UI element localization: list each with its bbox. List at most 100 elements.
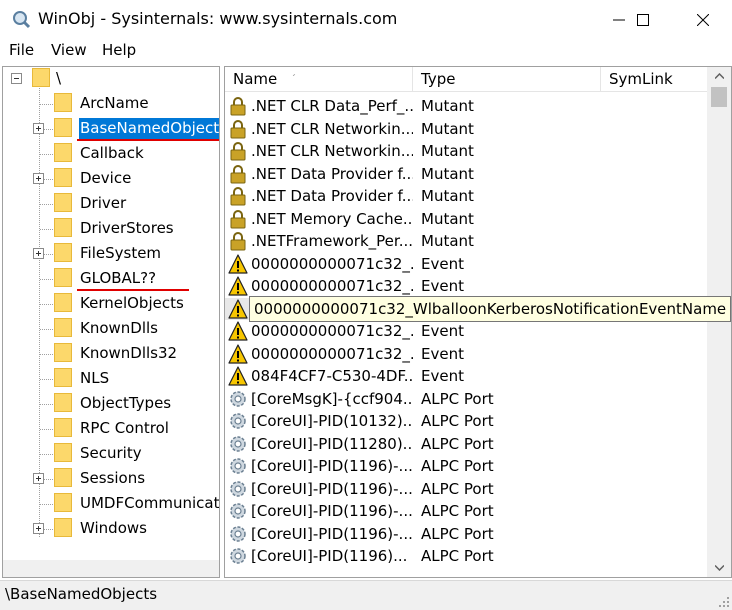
list-row[interactable]: .NET Data Provider f... Mutant [225, 185, 709, 207]
tree-item[interactable]: Driver [3, 192, 219, 217]
object-list[interactable]: Name ˊ Type SymLink .NET CLR Data_Perf_.… [224, 66, 732, 578]
tree-item[interactable]: Windows [3, 517, 219, 542]
list-row[interactable]: [CoreUI]-PID(1196)-... ALPC Port [225, 523, 709, 545]
tree-item[interactable]: Device [3, 167, 219, 192]
tree-item[interactable]: Callback [3, 142, 219, 167]
scroll-thumb[interactable] [711, 87, 727, 107]
list-row[interactable]: [CoreUI]-PID(1196)-... ALPC Port [225, 455, 709, 477]
menu-file[interactable]: File [9, 41, 34, 59]
object-type: ALPC Port [421, 502, 494, 520]
tree-root[interactable]: \ [3, 67, 219, 92]
tree-item[interactable]: DriverStores [3, 217, 219, 242]
list-row[interactable]: [CoreUI]-PID(11280)... ALPC Port [225, 433, 709, 455]
tree-item[interactable]: GLOBAL?? [3, 267, 219, 292]
list-header: Name ˊ Type SymLink [225, 67, 709, 92]
column-header-symlink[interactable]: SymLink [601, 67, 709, 92]
list-row[interactable]: 0000000000071c32_... Event [225, 320, 709, 342]
tree-item[interactable]: Sessions [3, 467, 219, 492]
maximize-icon [637, 14, 649, 26]
close-button[interactable] [680, 0, 726, 40]
column-type-label: Type [421, 70, 456, 88]
folder-icon [54, 193, 72, 212]
tree-item[interactable]: KnownDlls [3, 317, 219, 342]
object-type: ALPC Port [421, 524, 494, 543]
object-type: Event [421, 322, 464, 340]
tree-item[interactable]: NLS [3, 367, 219, 392]
warning-icon [228, 366, 248, 386]
tree-item[interactable]: ArcName [3, 92, 219, 117]
object-name: .NET Data Provider f... [251, 164, 413, 183]
scroll-up-button[interactable] [707, 67, 731, 85]
list-row[interactable]: .NETFramework_Per... Mutant [225, 230, 709, 252]
resize-grip-icon[interactable] [718, 596, 730, 608]
folder-icon [54, 418, 72, 437]
tree-root-label: \ [56, 69, 62, 87]
object-type: ALPC Port [421, 389, 494, 408]
object-name: [CoreUI]-PID(11280)... [251, 434, 413, 453]
folder-icon [32, 68, 50, 87]
object-tree[interactable]: \ ArcName BaseNamedObjects Callback Device D… [2, 66, 220, 578]
list-row[interactable]: 0000000000071c32_... Event [225, 253, 709, 275]
list-row[interactable]: [CoreMsgK]-{ccf904... ALPC Port [225, 388, 709, 410]
lock-icon [230, 142, 246, 161]
tree-item[interactable]: ObjectTypes [3, 392, 219, 417]
expand-icon[interactable] [33, 123, 44, 134]
tree-item[interactable]: Security [3, 442, 219, 467]
object-name: 0000000000071c32_... [251, 344, 413, 363]
maximize-button[interactable] [620, 0, 666, 40]
list-row[interactable]: 0000000000071c32_... Event [225, 275, 709, 297]
folder-icon [54, 518, 72, 537]
object-name: [CoreUI]-PID(1196)-... [251, 479, 413, 498]
tree-item[interactable]: BaseNamedObjects [3, 117, 219, 142]
expand-icon[interactable] [33, 248, 44, 259]
tree-item[interactable]: FileSystem [3, 242, 219, 267]
title-bar[interactable]: WinObj - Sysinternals: www.sysinternals.… [0, 0, 732, 40]
object-type: ALPC Port [421, 412, 494, 430]
menu-help[interactable]: Help [102, 41, 136, 59]
warning-icon [228, 276, 248, 296]
tree-item-label: KernelObjects [80, 294, 184, 312]
object-type: Mutant [421, 97, 474, 115]
tree-item[interactable]: KernelObjects [3, 292, 219, 317]
gear-icon [230, 413, 246, 429]
warning-icon [228, 343, 248, 364]
list-row[interactable]: 084F4CF7-C530-4DF... Event [225, 365, 709, 387]
list-row[interactable]: .NET CLR Data_Perf_... Mutant [225, 95, 709, 117]
object-type: Mutant [421, 232, 474, 250]
tree-item-label: NLS [80, 369, 110, 387]
list-row[interactable]: .NET CLR Networkin... Mutant [225, 118, 709, 140]
list-row[interactable]: .NET Data Provider f... Mutant [225, 163, 709, 185]
folder-icon [54, 343, 72, 362]
list-vertical-scrollbar[interactable] [707, 67, 731, 577]
tree-item[interactable]: RPC Control [3, 417, 219, 442]
collapse-icon[interactable] [11, 73, 22, 84]
tree-item[interactable]: KnownDlls32 [3, 342, 219, 367]
list-row[interactable]: .NET CLR Networkin... Mutant [225, 140, 709, 162]
gear-icon [230, 435, 246, 452]
expand-icon[interactable] [33, 523, 44, 534]
list-row[interactable]: .NET Memory Cache... Mutant [225, 208, 709, 230]
status-bar: \BaseNamedObjects [0, 580, 732, 610]
lock-icon [230, 97, 246, 116]
list-row[interactable]: [CoreUI]-PID(10132)... ALPC Port [225, 410, 709, 432]
object-name: 0000000000071c32_... [251, 322, 413, 340]
tree-item-label: ObjectTypes [80, 394, 172, 412]
column-header-name[interactable]: Name ˊ [225, 67, 413, 92]
list-row[interactable]: [CoreUI]-PID(1196)-... ALPC Port [225, 478, 709, 500]
list-row[interactable]: [CoreUI]-PID(1196)... ALPC Port [225, 545, 709, 567]
tree-item-label: UMDFCommunicati [80, 494, 220, 512]
tree-item-label: Security [80, 444, 142, 462]
tree-horizontal-scrollbar[interactable] [3, 560, 219, 577]
tree-item[interactable]: UMDFCommunicati [3, 492, 220, 517]
scroll-down-button[interactable] [707, 559, 731, 577]
close-icon [697, 14, 709, 26]
object-name: [CoreMsgK]-{ccf904... [251, 389, 413, 408]
object-type: Mutant [421, 142, 474, 160]
menu-view[interactable]: View [51, 41, 87, 59]
list-row[interactable]: [CoreUI]-PID(1196)-... ALPC Port [225, 500, 709, 522]
expand-icon[interactable] [33, 473, 44, 484]
list-row[interactable]: 0000000000071c32_... Event [225, 343, 709, 365]
expand-icon[interactable] [33, 173, 44, 184]
object-name: [CoreUI]-PID(1196)... [251, 547, 408, 565]
column-header-type[interactable]: Type [413, 67, 601, 92]
